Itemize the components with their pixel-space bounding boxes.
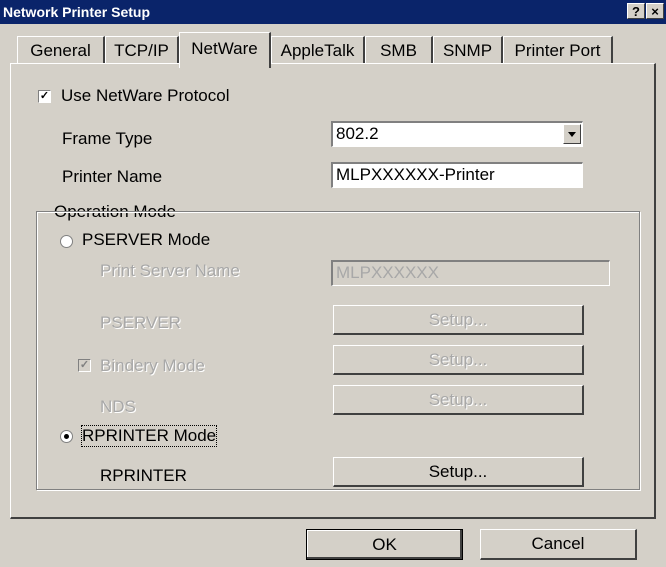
window-title: Network Printer Setup [3,4,151,20]
print-server-name-label: Print Server Name [100,261,240,280]
radio-selected-dot [64,434,69,439]
network-printer-setup-dialog: Network Printer Setup ? × General TCP/IP… [0,0,666,567]
nds-label: NDS [100,397,136,416]
rprinter-setup-button[interactable]: Setup... [333,457,584,487]
tab-tcp-ip[interactable]: TCP/IP [105,36,179,64]
tab-snmp[interactable]: SNMP [433,36,503,64]
bindery-mode-checkbox: ✓ [78,359,91,372]
tab-general[interactable]: General [17,36,105,64]
use-netware-protocol-checkbox[interactable]: ✓ [38,90,51,103]
frame-type-value: 802.2 [336,124,379,143]
rprinter-mode-radio[interactable] [60,430,73,443]
help-button[interactable]: ? [627,3,645,19]
tab-netware[interactable]: NetWare [179,32,271,68]
close-button[interactable]: × [646,3,664,19]
bindery-mode-label: Bindery Mode [100,356,205,375]
title-bar: Network Printer Setup ? × [0,0,666,24]
bindery-setup-button: Setup... [333,345,584,375]
tab-appletalk[interactable]: AppleTalk [271,36,365,64]
pserver-label: PSERVER [100,313,181,332]
printer-name-field[interactable]: MLPXXXXXX-Printer [331,162,583,188]
ok-button[interactable]: OK [306,529,463,560]
use-netware-protocol-label: Use NetWare Protocol [61,86,230,105]
printer-name-label: Printer Name [62,167,163,186]
rprinter-mode-label: RPRINTER Mode [80,425,218,447]
tab-printer-port[interactable]: Printer Port [503,36,613,64]
pserver-mode-radio[interactable] [60,235,73,248]
rprinter-label: RPRINTER [100,466,187,485]
pserver-setup-button: Setup... [333,305,584,335]
print-server-name-field: MLPXXXXXX [331,260,610,286]
chevron-down-icon[interactable] [563,124,581,144]
nds-setup-button: Setup... [333,385,584,415]
pserver-mode-label: PSERVER Mode [82,230,211,249]
cancel-button[interactable]: Cancel [480,529,637,560]
frame-type-select[interactable]: 802.2 [331,121,583,147]
frame-type-label: Frame Type [62,129,153,148]
tab-smb[interactable]: SMB [365,36,433,64]
